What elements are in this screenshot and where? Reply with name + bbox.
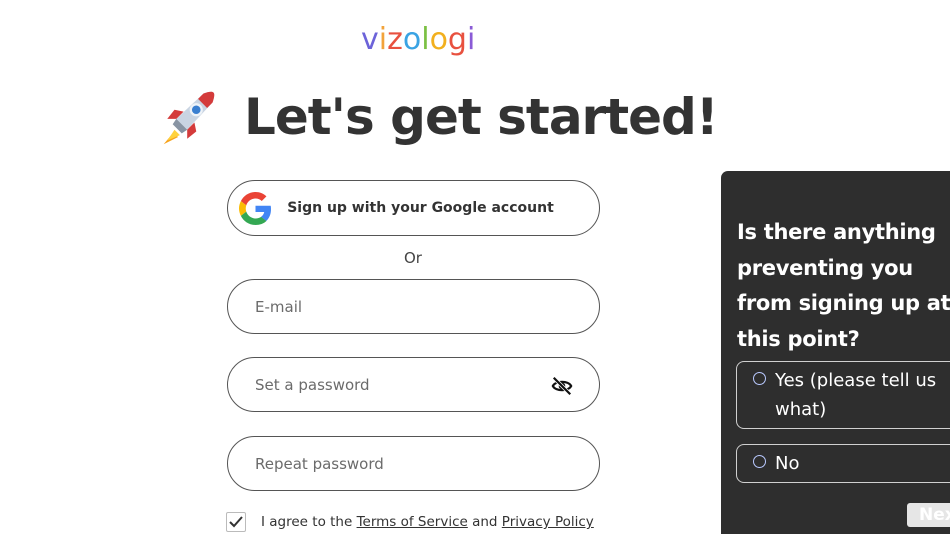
logo-letter: z (387, 22, 403, 57)
survey-option-label: No (775, 453, 800, 474)
survey-option-label: Yes (please tell us what) (775, 370, 937, 420)
survey-option-no[interactable]: No (736, 444, 950, 483)
page-header: Let's get started! (160, 88, 719, 146)
agreement-and: and (467, 514, 502, 530)
logo-letter: v (361, 22, 379, 57)
password-field[interactable] (227, 357, 600, 412)
checkmark-icon (229, 516, 243, 528)
terms-of-service-link[interactable]: Terms of Service (357, 514, 468, 530)
agreement-prefix: I agree to the (261, 514, 357, 530)
logo-letter: o (429, 22, 448, 57)
eye-off-icon[interactable] (551, 375, 573, 397)
logo-letter: g (447, 22, 467, 57)
password-input[interactable] (255, 358, 535, 411)
page-title: Let's get started! (244, 88, 719, 146)
google-signup-label: Sign up with your Google account (287, 200, 554, 216)
survey-next-button[interactable]: Nex (907, 503, 950, 527)
logo-letter: i (466, 22, 476, 57)
terms-checkbox[interactable] (226, 512, 246, 532)
survey-question: Is there anything preventing you from si… (737, 220, 950, 351)
privacy-policy-link[interactable]: Privacy Policy (502, 514, 594, 530)
logo-letter: l (421, 22, 430, 57)
vizologi-logo[interactable]: vizologi (361, 22, 475, 62)
email-field[interactable] (227, 279, 600, 334)
survey-popup: Is there anything preventing you from si… (721, 171, 950, 534)
logo-letter: i (378, 22, 388, 57)
terms-agreement: I agree to the Terms of Service and Priv… (226, 512, 594, 532)
survey-option-yes[interactable]: Yes (please tell us what) (736, 361, 950, 429)
radio-icon (753, 372, 766, 385)
divider-or: Or (404, 249, 422, 267)
email-input[interactable] (255, 280, 535, 333)
repeat-password-field[interactable] (227, 436, 600, 491)
logo-letter: o (402, 22, 422, 57)
google-signup-button[interactable]: Sign up with your Google account (227, 180, 600, 236)
radio-icon (753, 455, 766, 468)
rocket-icon (163, 91, 215, 145)
repeat-password-input[interactable] (255, 437, 535, 490)
